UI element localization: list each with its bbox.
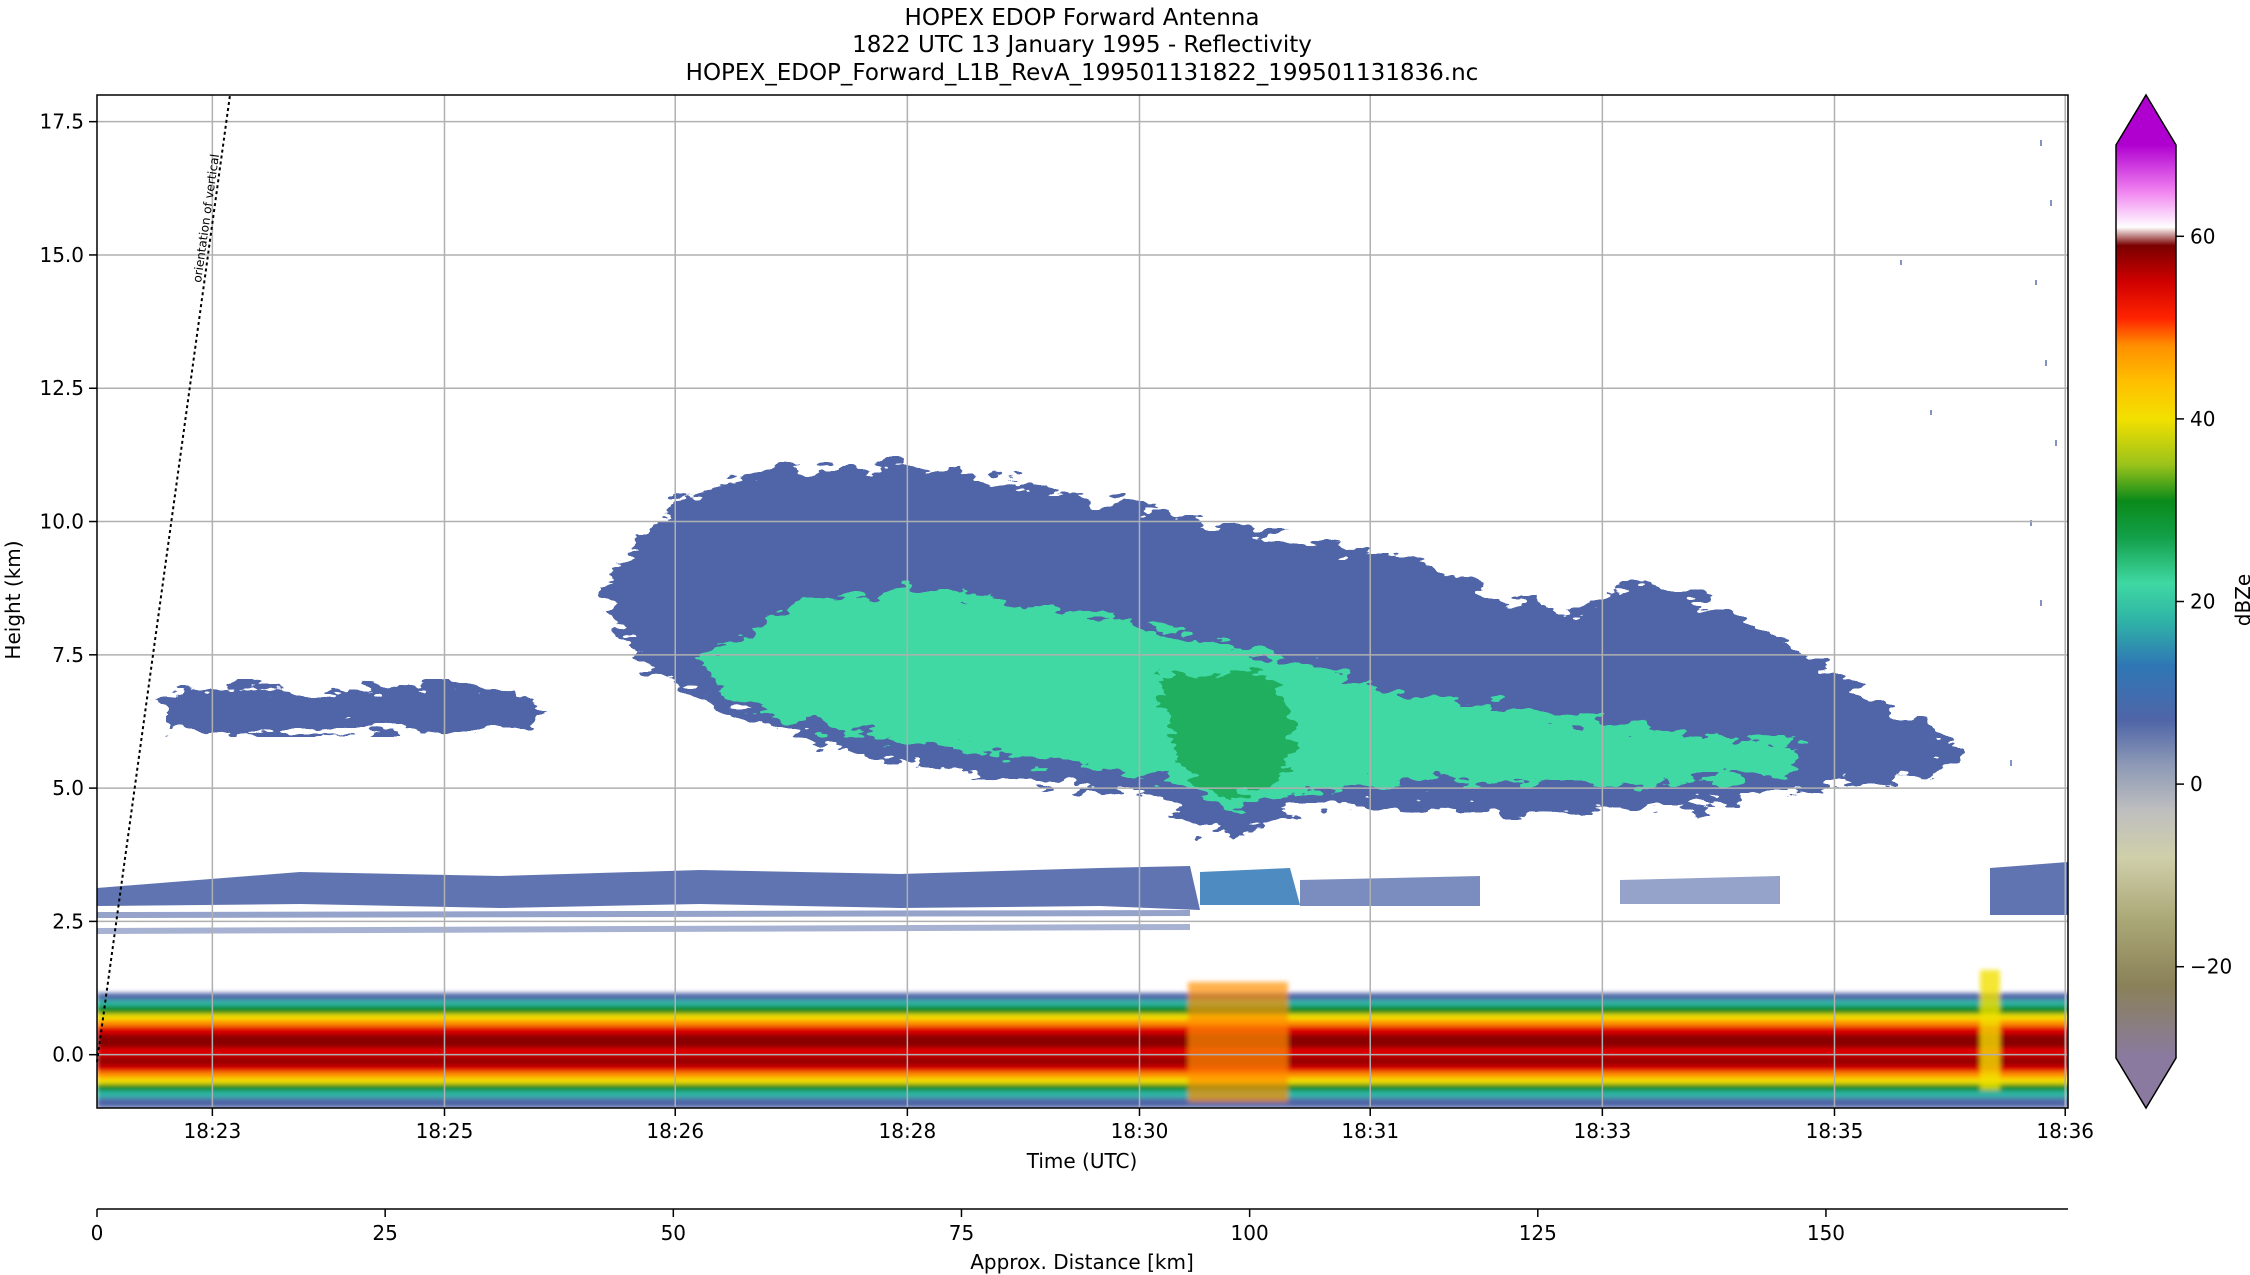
distance-tick-label: 0 [91, 1221, 104, 1245]
low-layer-far-east-segment [1990, 862, 2068, 915]
colorbar-tick-label: 0 [2190, 772, 2203, 796]
colorbar-tick-label: 40 [2190, 407, 2215, 431]
colorbar-tick-label: 60 [2190, 224, 2215, 248]
distance-tick-label: 25 [372, 1221, 397, 1245]
y-tick-label: 17.5 [39, 110, 84, 134]
y-axis-ticks: 0.0 2.5 5.0 7.5 10.0 12.5 15.0 17.5 [39, 110, 97, 1067]
surface-disturbance-2 [1980, 970, 2000, 1090]
y-tick-label: 15.0 [39, 243, 84, 267]
colorbar: −20 0 20 40 60 dBZe [2115, 93, 2250, 1110]
distance-tick-label: 100 [1231, 1221, 1269, 1245]
distance-axis-label: Approx. Distance [km] [970, 1250, 1194, 1274]
y-tick-label: 10.0 [39, 510, 84, 534]
colorbar-tick-label: 20 [2190, 590, 2215, 614]
y-tick-label: 0.0 [52, 1043, 84, 1067]
x-tick-label: 18:25 [416, 1119, 474, 1143]
x-tick-label: 18:31 [1341, 1119, 1399, 1143]
distance-axis: 0 25 50 75 100 125 150 Approx. Distance [km] [91, 1208, 2068, 1274]
x-tick-label: 18:30 [1111, 1119, 1169, 1143]
x-tick-label: 18:23 [184, 1119, 242, 1143]
x-axis-ticks: 18:23 18:25 18:26 18:28 18:30 18:31 18:33 18:35… [184, 1108, 2094, 1143]
surface-band-darkred-lower [97, 1056, 2068, 1066]
distance-tick-label: 50 [661, 1221, 686, 1245]
distance-tick-label: 150 [1807, 1221, 1845, 1245]
low-layer-right-segment [1200, 868, 1300, 905]
colorbar-tick-label: −20 [2190, 955, 2232, 979]
y-tick-label: 2.5 [52, 909, 84, 933]
low-layer-mid-segment [1300, 876, 1480, 906]
y-axis-label: Height (km) [1, 540, 25, 659]
chart-title-line-2: 1822 UTC 13 January 1995 - Reflectivity [852, 32, 1312, 58]
colorbar-label: dBZe [2231, 574, 2250, 626]
chart-title-line-3: HOPEX_EDOP_Forward_L1B_RevA_199501131822… [686, 60, 1479, 86]
x-tick-label: 18:26 [646, 1119, 704, 1143]
x-tick-label: 18:36 [2036, 1119, 2094, 1143]
distance-tick-label: 125 [1519, 1221, 1557, 1245]
surface-disturbance-1 [1188, 982, 1288, 1102]
colorbar-bottom-extension [2116, 1058, 2176, 1108]
low-layer-east-segment [1620, 876, 1780, 904]
surface-band-darkred-upper [97, 1034, 2068, 1048]
x-tick-label: 18:35 [1806, 1119, 1864, 1143]
x-tick-label: 18:33 [1574, 1119, 1632, 1143]
x-axis-label: Time (UTC) [1026, 1149, 1138, 1173]
plot-area: orientation of vertical 18:23 18:25 18:26 1… [39, 94, 2094, 1143]
y-tick-label: 5.0 [52, 776, 84, 800]
figure: HOPEX EDOP Forward Antenna 1822 UTC 13 J… [1, 5, 2250, 1274]
distance-tick-label: 75 [949, 1221, 974, 1245]
colorbar-ticks: −20 0 20 40 60 [2176, 224, 2232, 979]
colorbar-top-extension [2116, 95, 2176, 145]
colorbar-body [2116, 145, 2176, 1058]
y-tick-label: 12.5 [39, 376, 84, 400]
distance-axis-ticks: 0 25 50 75 100 125 150 [91, 1209, 1845, 1245]
x-tick-label: 18:28 [879, 1119, 937, 1143]
y-tick-label: 7.5 [52, 643, 84, 667]
chart-title-line-1: HOPEX EDOP Forward Antenna [905, 5, 1260, 31]
